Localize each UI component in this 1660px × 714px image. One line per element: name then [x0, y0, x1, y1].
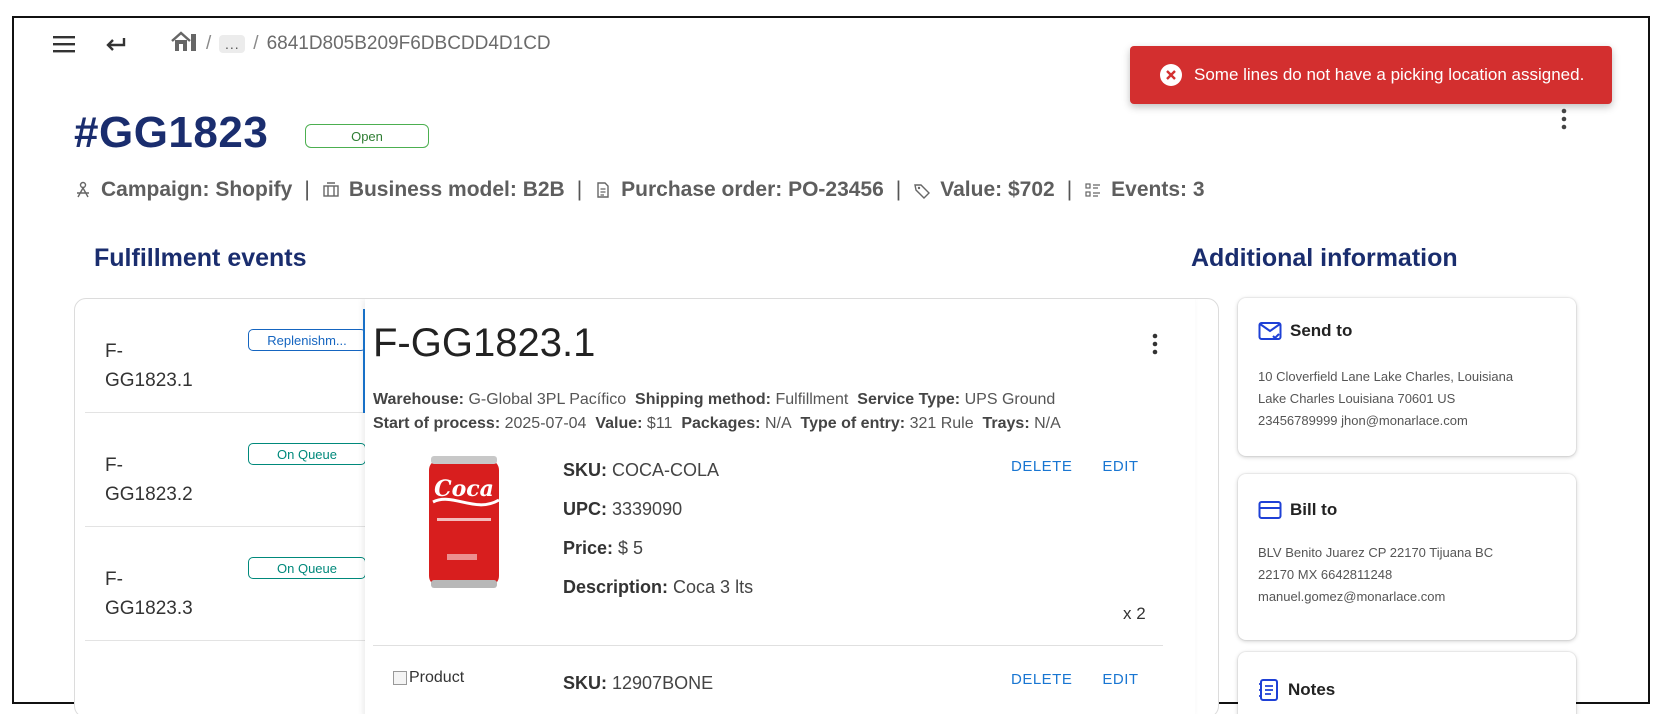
event-info-line-1: Warehouse: G-Global 3PL Pacífico Shippin…: [373, 391, 1056, 408]
bill-to-address: BLV Benito Juarez CP 22170 Tijuana BC 22…: [1258, 545, 1494, 604]
price-tag-icon: [914, 184, 931, 199]
event-status-badge: On Queue: [248, 557, 366, 579]
breadcrumb-more[interactable]: ...: [219, 35, 246, 53]
send-to-card: Send to 10 Cloverfield Lane Lake Charles…: [1238, 298, 1576, 456]
event-list: F- GG1823.1 Replenishm... F- GG1823.2 On Q…: [85, 299, 373, 641]
bill-to-card: Bill to BLV Benito Juarez CP 22170 Tijua…: [1238, 474, 1576, 640]
back-arrow-icon[interactable]: [98, 26, 134, 62]
event-item-2[interactable]: F- GG1823.2 On Queue: [85, 413, 373, 527]
delete-button[interactable]: DELETE: [1011, 671, 1072, 688]
send-to-title: Send to: [1258, 320, 1352, 342]
credit-card-icon: [1258, 501, 1282, 519]
campaign-icon: [77, 181, 89, 198]
purchase-order-text: Purchase order: PO-23456: [621, 178, 884, 201]
events-info: Events: 3: [1084, 178, 1205, 202]
list-icon: [1085, 183, 1101, 197]
events-text: Events: 3: [1111, 178, 1205, 201]
edit-button[interactable]: EDIT: [1102, 671, 1138, 688]
event-item-3[interactable]: F- GG1823.3 On Queue: [85, 527, 373, 641]
sku-field: SKU: COCA-COLA: [563, 460, 720, 480]
broken-image-icon: [393, 671, 407, 685]
value-info: Value: $702: [913, 178, 1055, 202]
event-status-badge: Replenishm...: [248, 329, 366, 351]
mail-icon: [1258, 322, 1282, 340]
product-divider: [373, 645, 1163, 646]
business-model-info: Business model: B2B: [322, 178, 565, 202]
toast-message: Some lines do not have a picking locatio…: [1194, 65, 1585, 84]
product-actions: DELETE EDIT: [1011, 458, 1139, 475]
event-id: F- GG1823.1: [105, 341, 193, 391]
additional-info-title: Additional information: [1191, 244, 1458, 272]
event-id: F- GG1823.3: [105, 569, 193, 619]
more-options-icon[interactable]: [1552, 104, 1576, 134]
campaign-info: Campaign: Shopify: [74, 178, 292, 202]
event-more-options-icon[interactable]: [1145, 329, 1165, 359]
fulfillment-events-title: Fulfillment events: [94, 244, 307, 272]
description-field: Description: Coca 3 lts: [563, 577, 754, 597]
event-id: F- GG1823.2: [105, 455, 193, 505]
product-actions: DELETE EDIT: [1011, 671, 1139, 688]
event-status-badge: On Queue: [248, 443, 366, 465]
product-image: Coca: [423, 454, 505, 590]
bill-to-title: Bill to: [1258, 500, 1337, 520]
meta-separator: |: [304, 178, 310, 201]
error-toast[interactable]: Some lines do not have a picking locatio…: [1130, 46, 1612, 104]
business-model-icon: [323, 182, 339, 197]
order-title: #GG1823: [74, 108, 269, 157]
top-bar: / ... / 6841D805B209F6DBCDD4D1CD: [46, 26, 551, 62]
error-icon: [1160, 64, 1182, 86]
product-fields: SKU: COCA-COLA UPC: 3339090 Price: $ 5 D…: [563, 460, 753, 616]
meta-separator: |: [895, 178, 902, 201]
value-text: Value: $702: [940, 178, 1055, 201]
svg-text:Coca: Coca: [434, 476, 494, 502]
event-info-line-2: Start of process: 2025-07-04 Value: $11 …: [373, 415, 1061, 432]
breadcrumb-separator: /: [206, 33, 212, 54]
notes-title: Notes: [1258, 678, 1335, 702]
event-detail-title: F-GG1823.1: [373, 321, 596, 365]
status-badge: Open: [305, 124, 429, 148]
event-item-1[interactable]: F- GG1823.1 Replenishm...: [85, 299, 373, 413]
notes-icon: [1259, 679, 1278, 701]
meta-separator: |: [1066, 178, 1073, 201]
sku-field: SKU: 12907BONE: [563, 673, 714, 693]
product-fields: SKU: 12907BONE: [563, 673, 713, 712]
product-image-broken: Product: [393, 669, 464, 687]
document-icon: [597, 182, 609, 198]
fulfillment-events-panel: F- GG1823.1 Replenishm... F- GG1823.2 On Q…: [74, 298, 1219, 714]
upc-field: UPC: 3339090: [563, 499, 683, 519]
meta-separator: |: [576, 178, 583, 201]
home-icon[interactable]: [170, 30, 198, 58]
edit-button[interactable]: EDIT: [1102, 458, 1138, 475]
breadcrumb-current: 6841D805B209F6DBCDD4D1CD: [266, 33, 551, 54]
delete-button[interactable]: DELETE: [1011, 458, 1072, 475]
purchase-order-info: Purchase order: PO-23456: [594, 178, 884, 202]
breadcrumb-separator: /: [253, 33, 259, 54]
business-model-text: Business model: B2B: [348, 178, 565, 201]
event-detail: F-GG1823.1 Warehouse: G-Global 3PL Pacíf…: [365, 299, 1195, 714]
quantity: x 2: [1123, 604, 1146, 623]
menu-icon[interactable]: [46, 26, 82, 62]
breadcrumb: / ... / 6841D805B209F6DBCDD4D1CD: [170, 30, 551, 58]
notes-card: Notes: [1238, 652, 1576, 714]
send-to-address: 10 Cloverfield Lane Lake Charles, Louisi…: [1258, 369, 1514, 428]
price-field: Price: $ 5: [563, 538, 644, 558]
order-meta: Campaign: Shopify | Business model: B2B …: [74, 178, 1205, 202]
campaign-text: Campaign: Shopify: [101, 178, 293, 201]
